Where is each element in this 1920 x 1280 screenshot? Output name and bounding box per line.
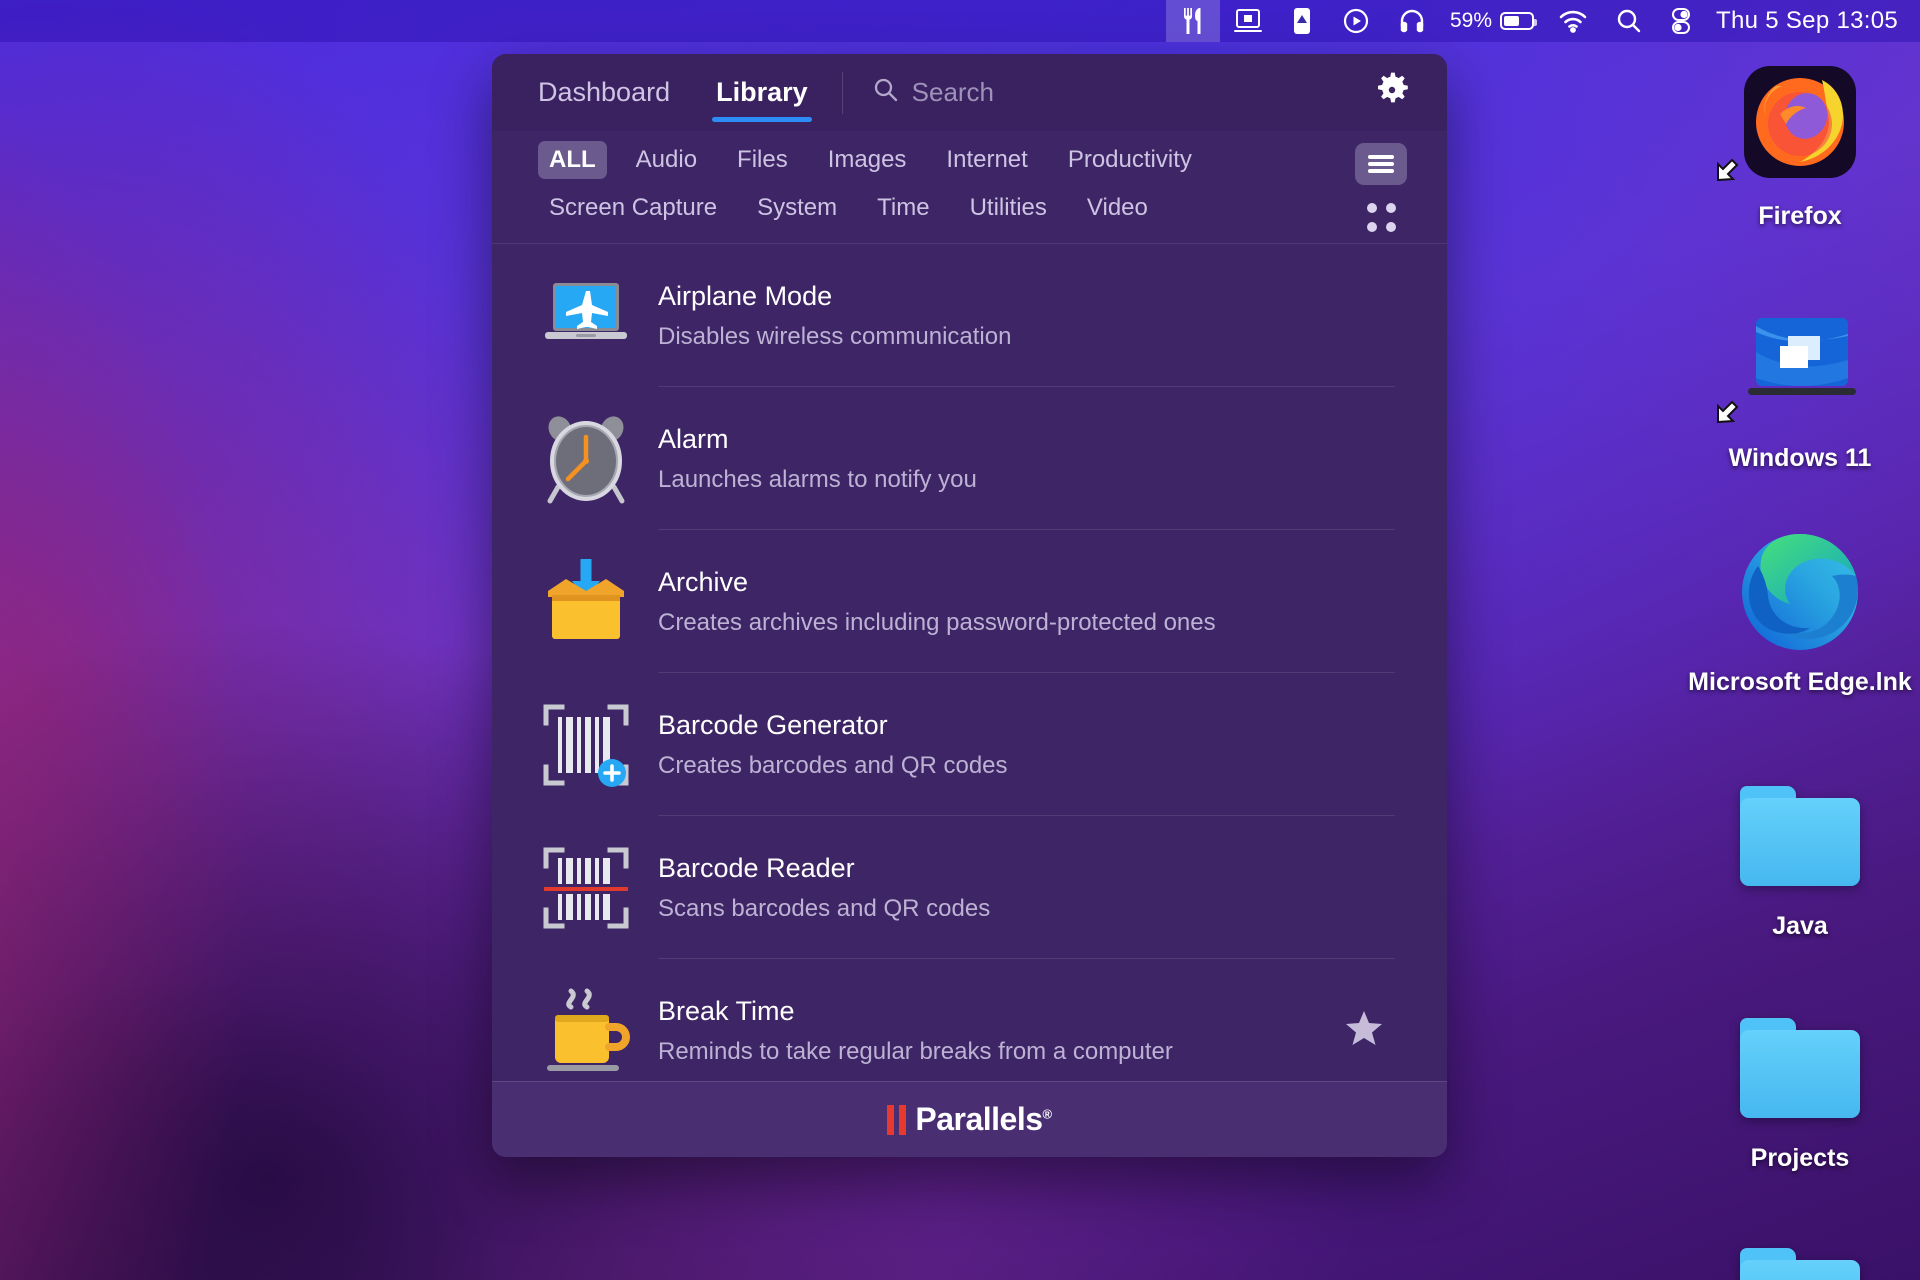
desktop-icon-firefox[interactable]: Firefox — [1680, 62, 1920, 231]
windows-11-vm-icon — [1717, 304, 1864, 432]
filter-chip-images[interactable]: Images — [817, 141, 918, 179]
control-center-icon[interactable] — [1656, 0, 1706, 42]
menu-bar-clock[interactable]: Thu 5 Sep 13:05 — [1706, 0, 1904, 42]
parallels-toolbox-window: Dashboard Library Search ALL Audio Files… — [492, 54, 1447, 1157]
grid-dots-icon — [1366, 202, 1396, 232]
parallels-wordmark: Parallels® — [915, 1101, 1052, 1137]
filter-row-1: ALL Audio Files Images Internet Producti… — [538, 141, 1328, 179]
category-filter-bar: ALL Audio Files Images Internet Producti… — [492, 131, 1447, 244]
list-item-description: Creates archives including password-prot… — [658, 608, 1216, 636]
parallels-access-icon[interactable] — [1276, 0, 1328, 42]
coffee-cup-icon — [538, 983, 634, 1079]
shortcut-arrow-icon — [1710, 152, 1744, 186]
folder-icon — [1736, 1248, 1864, 1280]
panel-header: Dashboard Library Search — [492, 54, 1447, 131]
desktop-icon-label: Firefox — [1758, 202, 1842, 230]
desktop-icon-partial[interactable] — [1680, 1248, 1920, 1280]
search-input[interactable]: Search — [873, 77, 1373, 108]
view-mode-toggles — [1355, 143, 1407, 238]
parallels-logo-icon — [887, 1104, 907, 1135]
list-item-description: Launches alarms to notify you — [658, 465, 977, 493]
desktop-icon-label: Java — [1772, 912, 1828, 940]
firefox-icon — [1717, 62, 1864, 190]
list-item-title: Archive — [658, 566, 749, 597]
alarm-clock-icon — [538, 411, 634, 507]
list-item-description: Disables wireless communication — [658, 322, 1012, 350]
battery-percent-label: 59% — [1450, 9, 1493, 32]
play-circle-icon[interactable] — [1328, 0, 1384, 42]
list-item-description: Scans barcodes and QR codes — [658, 894, 991, 922]
filter-chip-screen-capture[interactable]: Screen Capture — [538, 189, 728, 227]
battery-icon — [1500, 12, 1538, 30]
filter-chip-files[interactable]: Files — [726, 141, 799, 179]
filter-chip-time[interactable]: Time — [866, 189, 940, 227]
parallels-brand-footer: Parallels® — [492, 1081, 1447, 1157]
list-item[interactable]: Barcode Reader Scans barcodes and QR cod… — [492, 816, 1447, 959]
barcode-generator-icon — [538, 697, 634, 793]
barcode-reader-icon — [538, 840, 634, 936]
desktop-icon-label: Microsoft Edge.lnk — [1688, 668, 1912, 696]
list-item[interactable]: Break Time Reminds to take regular break… — [492, 959, 1447, 1081]
list-item-title: Barcode Reader — [658, 852, 855, 883]
list-view-button[interactable] — [1355, 143, 1407, 185]
filter-chip-system[interactable]: System — [746, 189, 848, 227]
list-item-title: Break Time — [658, 995, 795, 1026]
microsoft-edge-icon — [1736, 528, 1864, 656]
list-item-title: Alarm — [658, 423, 729, 454]
desktop-icon-windows-11[interactable]: Windows 11 — [1680, 304, 1920, 473]
list-item[interactable]: Archive Creates archives including passw… — [492, 530, 1447, 673]
archive-box-icon — [538, 554, 634, 650]
macos-menu-bar: 59% Thu 5 Sep 13:05 — [0, 0, 1920, 42]
list-item-description: Reminds to take regular breaks from a co… — [658, 1037, 1173, 1065]
list-item[interactable]: Airplane Mode Disables wireless communic… — [492, 244, 1447, 387]
hamburger-icon — [1368, 152, 1394, 176]
search-icon — [873, 77, 899, 108]
tab-dashboard[interactable]: Dashboard — [538, 54, 670, 131]
list-item-title: Barcode Generator — [658, 709, 888, 740]
wifi-icon[interactable] — [1544, 0, 1602, 42]
grid-view-button[interactable] — [1355, 196, 1407, 238]
shortcut-arrow-icon — [1710, 394, 1744, 428]
parallels-toolbox-icon[interactable] — [1166, 0, 1220, 42]
filter-chip-utilities[interactable]: Utilities — [959, 189, 1058, 227]
search-placeholder: Search — [911, 77, 995, 107]
filter-chip-video[interactable]: Video — [1076, 189, 1159, 227]
tool-list: Airplane Mode Disables wireless communic… — [492, 244, 1447, 1081]
filter-chip-internet[interactable]: Internet — [935, 141, 1038, 179]
parallels-desktop-icon[interactable] — [1220, 0, 1276, 42]
list-item[interactable]: Barcode Generator Creates barcodes and Q… — [492, 673, 1447, 816]
filter-row-2: Screen Capture System Time Utilities Vid… — [538, 189, 1328, 227]
list-item-title: Airplane Mode — [658, 280, 833, 311]
folder-icon — [1736, 772, 1864, 900]
list-item[interactable]: Alarm Launches alarms to notify you — [492, 387, 1447, 530]
airplane-mode-icon — [538, 268, 634, 364]
gear-icon[interactable] — [1373, 71, 1411, 114]
desktop-icon-microsoft-edge[interactable]: Microsoft Edge.lnk — [1680, 528, 1920, 697]
header-divider — [841, 71, 843, 114]
folder-icon — [1736, 1004, 1864, 1132]
filter-chip-productivity[interactable]: Productivity — [1057, 141, 1203, 179]
desktop-icon-label: Projects — [1750, 1144, 1850, 1172]
battery-status[interactable]: 59% — [1440, 0, 1544, 42]
desktop-icon-projects[interactable]: Projects — [1680, 1004, 1920, 1173]
favorite-star-icon[interactable] — [1345, 1009, 1383, 1052]
spotlight-search-icon[interactable] — [1602, 0, 1656, 42]
filter-chip-all[interactable]: ALL — [538, 141, 607, 179]
desktop-icon-java[interactable]: Java — [1680, 772, 1920, 941]
tab-library[interactable]: Library — [712, 54, 812, 131]
desktop-icon-label: Windows 11 — [1728, 444, 1872, 472]
list-item-description: Creates barcodes and QR codes — [658, 751, 1008, 779]
headphones-icon[interactable] — [1384, 0, 1440, 42]
filter-chip-audio[interactable]: Audio — [625, 141, 708, 179]
